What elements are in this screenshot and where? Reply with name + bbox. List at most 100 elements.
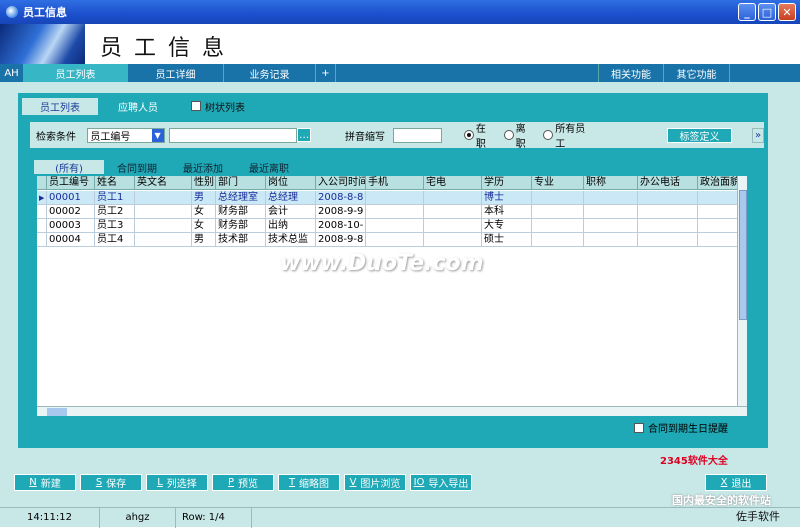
table-cell[interactable]	[638, 191, 698, 205]
table-cell[interactable]	[638, 233, 698, 247]
search-button[interactable]: …	[297, 128, 312, 142]
column-header[interactable]: 英文名	[135, 176, 192, 190]
table-cell[interactable]: 00002	[47, 205, 95, 219]
exit-button[interactable]: X 退出	[705, 474, 767, 491]
pinyin-input[interactable]	[392, 127, 442, 143]
table-cell[interactable]	[366, 205, 424, 219]
table-cell[interactable]	[584, 191, 638, 205]
table-cell[interactable]	[698, 233, 737, 247]
table-cell[interactable]: 技术总监	[266, 233, 316, 247]
filter-tab-recently-added[interactable]: 最近添加	[170, 160, 236, 175]
table-cell[interactable]: 女	[192, 219, 216, 233]
table-cell[interactable]: 2008-10-	[316, 219, 366, 233]
toolbar-button[interactable]: S 保存	[80, 474, 142, 491]
table-cell[interactable]	[638, 205, 698, 219]
maximize-button[interactable]: □	[758, 3, 776, 21]
table-cell[interactable]: 博士	[482, 191, 532, 205]
table-cell[interactable]: 会计	[266, 205, 316, 219]
column-header[interactable]: 员工编号	[47, 176, 95, 190]
table-cell[interactable]: 员工1	[95, 191, 135, 205]
table-cell[interactable]: 2008-8-8	[316, 191, 366, 205]
table-cell[interactable]: 2008-9-8	[316, 233, 366, 247]
toolbar-button[interactable]: P 预览	[212, 474, 274, 491]
filter-tab-all[interactable]: (所有)	[34, 160, 104, 175]
tab-add[interactable]: +	[316, 64, 336, 82]
related-functions-button[interactable]: 相关功能	[598, 64, 664, 82]
table-cell[interactable]: 00001	[47, 191, 95, 205]
table-cell[interactable]: 本科	[482, 205, 532, 219]
table-cell[interactable]	[584, 233, 638, 247]
table-cell[interactable]	[532, 233, 584, 247]
table-cell[interactable]	[135, 205, 192, 219]
horizontal-scrollbar[interactable]	[37, 406, 747, 416]
search-field-select[interactable]: 员工编号 ▼	[87, 127, 165, 143]
table-cell[interactable]	[424, 233, 482, 247]
table-cell[interactable]	[366, 233, 424, 247]
column-header[interactable]: 政治面貌	[698, 176, 737, 190]
subtab-applicants[interactable]: 应聘人员	[98, 98, 178, 115]
table-cell[interactable]: 男	[192, 233, 216, 247]
table-cell[interactable]	[532, 219, 584, 233]
table-cell[interactable]	[135, 191, 192, 205]
column-header[interactable]: 专业	[532, 176, 584, 190]
table-cell[interactable]: 大专	[482, 219, 532, 233]
reminder-toggle[interactable]: 合同到期生日提醒	[634, 420, 728, 435]
table-cell[interactable]: 00003	[47, 219, 95, 233]
filter-tab-contract-expiry[interactable]: 合同到期	[104, 160, 170, 175]
table-row[interactable]: 00003 员工3 女财务部 出纳 2008-10- 大专	[37, 219, 737, 233]
column-header[interactable]: 宅电	[424, 176, 482, 190]
column-header[interactable]: 性别	[192, 176, 216, 190]
radio-left[interactable]	[503, 130, 514, 140]
column-header[interactable]: 手机	[366, 176, 424, 190]
table-cell[interactable]: 总经理	[266, 191, 316, 205]
column-header[interactable]: 岗位	[266, 176, 316, 190]
table-cell[interactable]	[135, 233, 192, 247]
table-cell[interactable]: 硕士	[482, 233, 532, 247]
tab-employee-list[interactable]: 员工列表	[24, 64, 128, 82]
toolbar-button[interactable]: L 列选择	[146, 474, 208, 491]
radio-active[interactable]	[463, 130, 474, 140]
table-cell[interactable]	[532, 205, 584, 219]
subtab-employee-list[interactable]: 员工列表	[22, 97, 98, 115]
table-cell[interactable]	[366, 191, 424, 205]
tab-employee-detail[interactable]: 员工详细	[128, 64, 224, 82]
table-cell[interactable]: 男	[192, 191, 216, 205]
expand-icon[interactable]: »	[752, 127, 764, 143]
table-cell[interactable]: 00004	[47, 233, 95, 247]
table-cell[interactable]	[698, 191, 737, 205]
tree-view-toggle[interactable]: 树状列表	[178, 98, 258, 115]
table-cell[interactable]	[424, 205, 482, 219]
table-cell[interactable]	[698, 205, 737, 219]
column-header[interactable]: 学历	[482, 176, 532, 190]
table-cell[interactable]	[424, 219, 482, 233]
tree-view-checkbox[interactable]	[191, 101, 201, 111]
table-row[interactable]: 00004 员工4 男技术部 技术总监 2008-9-8 硕士	[37, 233, 737, 247]
other-functions-button[interactable]: 其它功能	[664, 64, 730, 82]
table-cell[interactable]: 员工4	[95, 233, 135, 247]
vertical-scrollbar[interactable]	[737, 176, 747, 406]
table-cell[interactable]	[638, 219, 698, 233]
table-cell[interactable]	[584, 205, 638, 219]
table-cell[interactable]: 财务部	[216, 205, 266, 219]
table-row[interactable]: ▶ 00001 员工1 男总经理室 总经理 2008-8-8 博士	[37, 191, 737, 205]
tab-ah[interactable]: AH	[0, 64, 24, 82]
table-cell[interactable]	[366, 219, 424, 233]
table-cell[interactable]: 女	[192, 205, 216, 219]
toolbar-button[interactable]: IO 导入导出	[410, 474, 472, 491]
table-cell[interactable]: 财务部	[216, 219, 266, 233]
table-cell[interactable]	[532, 191, 584, 205]
filter-tab-recently-left[interactable]: 最近离职	[236, 160, 302, 175]
column-header[interactable]: 入公司时间	[316, 176, 366, 190]
table-cell[interactable]	[698, 219, 737, 233]
table-cell[interactable]	[584, 219, 638, 233]
minimize-button[interactable]: _	[738, 3, 756, 21]
table-cell[interactable]: 员工2	[95, 205, 135, 219]
table-cell[interactable]: 技术部	[216, 233, 266, 247]
toolbar-button[interactable]: T 缩略图	[278, 474, 340, 491]
column-header[interactable]: 职称	[584, 176, 638, 190]
column-header[interactable]: 办公电话	[638, 176, 698, 190]
table-row[interactable]: 00002 员工2 女财务部 会计 2008-9-9 本科	[37, 205, 737, 219]
tag-define-button[interactable]: 标签定义	[666, 127, 733, 143]
reminder-checkbox[interactable]	[634, 422, 644, 433]
close-button[interactable]: ✕	[778, 3, 796, 21]
